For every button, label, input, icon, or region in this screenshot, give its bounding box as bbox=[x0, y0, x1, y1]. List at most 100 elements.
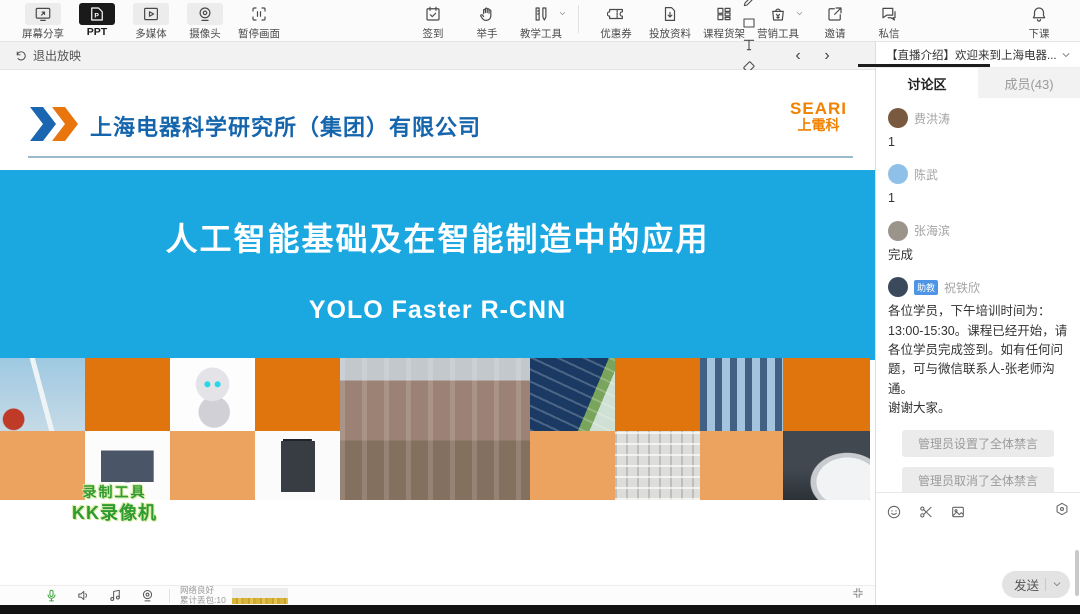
seari-logo-en: SEARI bbox=[790, 100, 847, 118]
toolbar-button-teaching-tools[interactable]: 教学工具 bbox=[514, 3, 568, 41]
toolbar-button-camera[interactable]: 摄像头 bbox=[178, 3, 232, 41]
tab-discussion[interactable]: 讨论区 bbox=[876, 68, 978, 98]
toolbar-label-camera: 摄像头 bbox=[189, 26, 221, 41]
image-icon[interactable] bbox=[950, 504, 966, 520]
music-icon[interactable] bbox=[108, 588, 123, 603]
tool-rectangle[interactable] bbox=[737, 12, 761, 34]
network-status: 网络良好 累计丢包:10 bbox=[180, 586, 226, 606]
tab-members[interactable]: 成员(43) bbox=[978, 68, 1080, 98]
recorder-watermark: 录制工具 KK录像机 bbox=[72, 484, 157, 524]
toolbar-button-screen-share[interactable]: 屏幕分享 bbox=[16, 3, 70, 41]
webcam-icon[interactable] bbox=[140, 588, 155, 603]
assistant-badge: 助教 bbox=[914, 280, 938, 295]
course-shelf-icon bbox=[715, 5, 733, 23]
collapse-icon bbox=[851, 586, 865, 600]
gear-icon[interactable] bbox=[1054, 501, 1070, 517]
chat-message: 费洪涛 1 bbox=[888, 108, 1068, 152]
speaker-icon[interactable] bbox=[76, 588, 91, 603]
header-divider bbox=[28, 156, 853, 158]
username: 祝铁欣 bbox=[944, 279, 980, 296]
toolbar-divider bbox=[578, 5, 579, 33]
live-intro-title: 【直播介绍】欢迎来到上海电器... bbox=[886, 47, 1060, 63]
toolbar-label-private-message: 私信 bbox=[879, 26, 900, 41]
toolbar-button-ppt[interactable]: P PPT bbox=[70, 3, 124, 38]
toolbar-button-pause-screen[interactable]: 暂停画面 bbox=[232, 3, 286, 41]
bottom-black-strip bbox=[0, 605, 1080, 614]
prev-page-button[interactable]: ‹ bbox=[788, 47, 808, 65]
network-histogram bbox=[232, 588, 288, 604]
scissors-icon[interactable] bbox=[918, 504, 934, 520]
tool-pencil[interactable] bbox=[737, 0, 761, 12]
message-input[interactable] bbox=[886, 525, 1066, 575]
next-page-button[interactable]: › bbox=[817, 47, 837, 65]
panel-divider-line bbox=[858, 64, 990, 67]
sign-in-icon bbox=[424, 5, 442, 23]
chat-message: 陈武1 bbox=[888, 164, 1068, 208]
ppt-slide: 上海电器科学研究所（集团）有限公司 SEARI 上電科 人工智能基础及在智能制造… bbox=[0, 70, 875, 585]
switchgear-photo bbox=[700, 358, 783, 431]
toolbar-label-ppt: PPT bbox=[87, 26, 107, 38]
teaching-tools-icon bbox=[532, 5, 550, 23]
toolbar-label-raise-hand: 举手 bbox=[477, 26, 498, 41]
status-divider bbox=[169, 589, 170, 603]
raise-hand-icon bbox=[478, 5, 496, 23]
white-car-photo bbox=[783, 431, 870, 500]
toolbar-button-materials[interactable]: 投放资料 bbox=[643, 3, 697, 41]
text-icon bbox=[741, 37, 757, 53]
avatar bbox=[888, 221, 908, 241]
coupon-icon bbox=[607, 5, 625, 23]
chevron-down-icon bbox=[558, 9, 567, 18]
toolbar-label-multimedia: 多媒体 bbox=[135, 26, 167, 41]
slide-subtitle: YOLO Faster R-CNN bbox=[0, 296, 875, 325]
emoji-icon[interactable] bbox=[886, 504, 902, 520]
orange-tile-dark bbox=[85, 358, 170, 431]
collapse-panel-button[interactable] bbox=[851, 586, 865, 605]
send-button[interactable]: 发送 bbox=[1002, 571, 1070, 598]
orange-tile-light bbox=[530, 431, 615, 500]
send-mode-button[interactable] bbox=[1052, 576, 1062, 594]
anechoic-chamber-photo bbox=[615, 431, 700, 500]
chat-message: 助教祝铁欣各位学员，下午培训时间为：13:00-15:30。课程已经开始，请各位… bbox=[888, 277, 1068, 418]
toolbar-button-coupon[interactable]: 优惠券 bbox=[589, 3, 643, 41]
watermark-line1: 录制工具 bbox=[72, 484, 157, 502]
toolbar-label-screen-share: 屏幕分享 bbox=[22, 26, 64, 41]
svg-text:P: P bbox=[94, 12, 99, 19]
toolbar-button-raise-hand[interactable]: 举手 bbox=[460, 3, 514, 41]
chat-input-toolbar bbox=[886, 501, 1070, 522]
orange-tile-light bbox=[700, 431, 783, 500]
avatar bbox=[888, 277, 908, 297]
scrollbar-thumb[interactable] bbox=[1075, 550, 1079, 596]
chevron-down-icon[interactable] bbox=[1060, 49, 1072, 61]
orange-tile-dark bbox=[615, 358, 700, 431]
tool-text[interactable] bbox=[737, 34, 761, 56]
double-chevron-logo-icon bbox=[30, 107, 78, 141]
title-banner: 人工智能基础及在智能制造中的应用 YOLO Faster R-CNN bbox=[0, 170, 875, 360]
exit-presentation-button[interactable]: 退出放映 bbox=[0, 47, 81, 64]
username: 费洪涛 bbox=[914, 110, 950, 127]
message-text: 1 bbox=[888, 133, 1068, 152]
username: 陈武 bbox=[914, 166, 938, 183]
company-name: 上海电器科学研究所（集团）有限公司 bbox=[90, 110, 481, 142]
private-message-icon bbox=[880, 5, 898, 23]
send-label: 发送 bbox=[1014, 575, 1039, 594]
toolbar-group-modes: 屏幕分享 P PPT 多媒体 摄像头 暂停画面 bbox=[0, 0, 286, 42]
sidebar-tabs: 讨论区 成员(43) bbox=[876, 68, 1080, 98]
screen-share-icon bbox=[34, 5, 52, 23]
ppt-icon: P bbox=[88, 5, 106, 23]
chat-messages: 费洪涛1陈武1张海滨完成助教祝铁欣各位学员，下午培训时间为：13:00-15:3… bbox=[876, 98, 1080, 492]
toolbar-button-sign-in[interactable]: 签到 bbox=[406, 3, 460, 41]
status-bar: 网络良好 累计丢包:10 bbox=[0, 585, 875, 605]
rectangle-icon bbox=[741, 15, 757, 31]
mic-icon[interactable] bbox=[44, 588, 59, 603]
toolbar-label-pause-screen: 暂停画面 bbox=[238, 26, 280, 41]
toolbar-button-multimedia[interactable]: 多媒体 bbox=[124, 3, 178, 41]
camera-icon bbox=[196, 5, 214, 23]
multimedia-icon bbox=[142, 5, 160, 23]
seari-logo: SEARI 上電科 bbox=[790, 100, 847, 133]
end-class-icon bbox=[1030, 5, 1048, 23]
materials-icon bbox=[661, 5, 679, 23]
live-class-window: 屏幕分享PPPT多媒体摄像头暂停画面 签到举手教学工具优惠券投放资料课程货架营销… bbox=[0, 0, 1080, 614]
wind-turbine-photo bbox=[0, 358, 85, 431]
toolbar-button-end-class[interactable]: 下课 bbox=[1012, 3, 1066, 41]
send-divider bbox=[1045, 578, 1046, 591]
